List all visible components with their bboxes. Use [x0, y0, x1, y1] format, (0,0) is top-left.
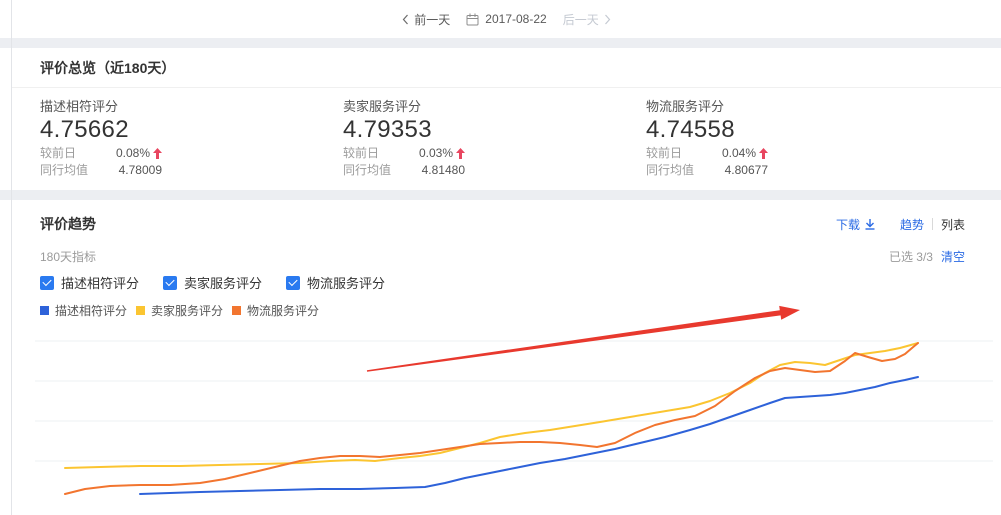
- stat-desc-match: 描述相符评分 4.75662 较前日 0.08% 同行均值 4.78009: [40, 98, 343, 179]
- chevron-left-icon: [402, 14, 409, 25]
- peer-avg-label: 同行均值: [646, 162, 704, 179]
- stat-logistics-service: 物流服务评分 4.74558 较前日 0.04% 同行均值 4.80677: [646, 98, 949, 179]
- date-picker[interactable]: 2017-08-22: [466, 12, 546, 26]
- up-arrow-icon: [759, 148, 768, 159]
- overview-card: 评价总览（近180天） 描述相符评分 4.75662 较前日 0.08% 同行均…: [12, 48, 1001, 190]
- up-arrow-icon: [456, 148, 465, 159]
- vs-prev-day-value: 0.03%: [419, 145, 453, 162]
- legend-swatch-blue: [40, 306, 49, 315]
- stat-value: 4.75662: [40, 115, 343, 145]
- legend-desc-match: 描述相符评分: [40, 302, 127, 319]
- checkbox-label: 物流服务评分: [307, 273, 385, 292]
- view-trend-tab[interactable]: 趋势: [900, 216, 924, 233]
- page-left-divider: [11, 0, 12, 515]
- checkbox-checked-icon: [40, 276, 54, 290]
- clear-selection-button[interactable]: 清空: [941, 248, 965, 265]
- up-arrow-icon: [153, 148, 162, 159]
- vs-prev-day-value: 0.04%: [722, 145, 756, 162]
- vs-prev-day-label: 较前日: [40, 145, 98, 162]
- checkbox-checked-icon: [163, 276, 177, 290]
- checkbox-seller-service[interactable]: 卖家服务评分: [163, 273, 262, 292]
- section-gap: [0, 190, 1001, 200]
- view-list-tab[interactable]: 列表: [941, 216, 965, 233]
- current-date: 2017-08-22: [485, 12, 546, 26]
- peer-avg-label: 同行均值: [343, 162, 401, 179]
- overview-stats: 描述相符评分 4.75662 较前日 0.08% 同行均值 4.78009 卖家…: [12, 88, 1001, 179]
- vs-prev-day-label: 较前日: [646, 145, 704, 162]
- stat-value: 4.74558: [646, 115, 949, 145]
- legend-swatch-orange: [232, 306, 241, 315]
- legend-label: 描述相符评分: [55, 302, 127, 319]
- checkbox-desc-match[interactable]: 描述相符评分: [40, 273, 139, 292]
- stat-label: 描述相符评分: [40, 98, 343, 115]
- overview-title: 评价总览（近180天）: [40, 58, 175, 78]
- trend-card: 评价趋势 下载 趋势 列表 180天指标 已选 3/3 清空: [12, 200, 1001, 515]
- chart-legend: 描述相符评分 卖家服务评分 物流服务评分: [40, 302, 965, 319]
- legend-swatch-yellow: [136, 306, 145, 315]
- download-label: 下载: [836, 216, 860, 233]
- peer-avg-value: 4.80677: [725, 162, 768, 179]
- selected-count: 已选 3/3: [889, 248, 933, 265]
- stat-value: 4.79353: [343, 115, 646, 145]
- legend-label: 卖家服务评分: [151, 302, 223, 319]
- peer-avg-value: 4.81480: [422, 162, 465, 179]
- period-label: 180天指标: [40, 248, 96, 265]
- peer-avg-value: 4.78009: [119, 162, 162, 179]
- legend-label: 物流服务评分: [247, 302, 319, 319]
- checkbox-label: 描述相符评分: [61, 273, 139, 292]
- download-icon: [864, 218, 876, 230]
- next-day-label: 后一天: [563, 11, 599, 28]
- metric-checkboxes: 描述相符评分 卖家服务评分 物流服务评分: [40, 273, 965, 292]
- stat-label: 卖家服务评分: [343, 98, 646, 115]
- checkbox-checked-icon: [286, 276, 300, 290]
- stat-seller-service: 卖家服务评分 4.79353 较前日 0.03% 同行均值 4.81480: [343, 98, 646, 179]
- prev-day-button[interactable]: 前一天: [402, 11, 450, 28]
- view-switch-divider: [932, 218, 933, 230]
- trend-title: 评价趋势: [40, 214, 96, 234]
- section-gap: [0, 38, 1001, 48]
- checkbox-logistics-service[interactable]: 物流服务评分: [286, 273, 385, 292]
- peer-avg-label: 同行均值: [40, 162, 98, 179]
- legend-logistics-service: 物流服务评分: [232, 302, 319, 319]
- prev-day-label: 前一天: [414, 11, 450, 28]
- date-navigation-bar: 前一天 2017-08-22 后一天: [12, 0, 1001, 38]
- download-button[interactable]: 下载: [836, 216, 876, 233]
- vs-prev-day-label: 较前日: [343, 145, 401, 162]
- next-day-button[interactable]: 后一天: [563, 11, 611, 28]
- stat-label: 物流服务评分: [646, 98, 949, 115]
- legend-seller-service: 卖家服务评分: [136, 302, 223, 319]
- calendar-icon: [466, 13, 479, 26]
- checkbox-label: 卖家服务评分: [184, 273, 262, 292]
- vs-prev-day-value: 0.08%: [116, 145, 150, 162]
- chevron-right-icon: [604, 14, 611, 25]
